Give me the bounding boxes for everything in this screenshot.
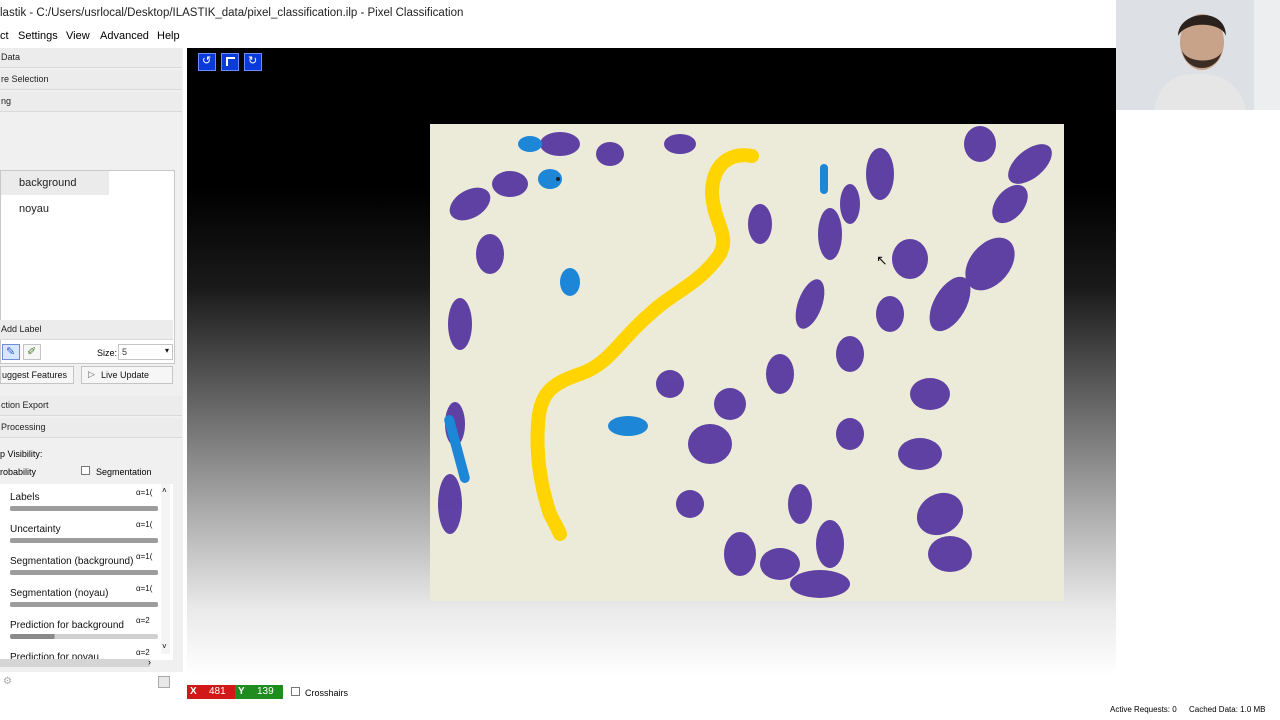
layer-segmentation-noyau[interactable]: Segmentation (noyau) α=1(: [0, 584, 170, 616]
add-label-button[interactable]: Add Label: [0, 320, 173, 340]
brush-tool-button[interactable]: ✎: [2, 344, 20, 360]
menu-settings[interactable]: Settings: [18, 30, 58, 42]
chevron-up-icon: ˄: [162, 486, 167, 495]
chevron-right-icon[interactable]: ›: [148, 657, 151, 667]
swap-axes-button[interactable]: [221, 53, 239, 71]
applet-training[interactable]: ng: [0, 92, 182, 112]
y-coordinate-badge: Y 139: [235, 685, 283, 699]
eraser-icon: ✐: [27, 346, 37, 358]
cached-data-status: Cached Data: 1.0 MB: [1189, 705, 1266, 714]
visibility-title: p Visibility:: [0, 449, 43, 459]
play-icon: ▷: [88, 369, 95, 379]
size-label: Size:: [97, 348, 118, 358]
layer-scrollbar[interactable]: ˄ ˅: [161, 484, 170, 654]
chevron-down-icon: ˅: [162, 642, 167, 651]
window-title: lastik - C:/Users/usrlocal/Desktop/ILAST…: [0, 7, 464, 19]
rotate-left-icon: ↺: [202, 55, 212, 67]
menu-project[interactable]: ct: [0, 30, 9, 42]
pencil-icon: ✎: [6, 346, 16, 358]
active-requests-status: Active Requests: 0: [1110, 705, 1177, 714]
label-item-noyau[interactable]: noyau: [1, 197, 109, 221]
eraser-tool-button[interactable]: ✐: [23, 344, 41, 360]
layer-labels[interactable]: Labels α=1(: [0, 488, 170, 520]
menu-view[interactable]: View: [66, 30, 90, 42]
layer-options-button[interactable]: [158, 676, 170, 688]
gear-icon[interactable]: ⚙: [3, 676, 12, 687]
cursor-icon: ↖: [876, 252, 888, 268]
applet-batch-processing[interactable]: Processing: [0, 418, 182, 438]
chevron-down-icon: ▾: [164, 346, 169, 355]
title-bar: lastik - C:/Users/usrlocal/Desktop/ILAST…: [0, 0, 1116, 26]
probability-label: robability: [0, 467, 37, 477]
histology-image[interactable]: [430, 124, 1064, 601]
segmentation-checkbox[interactable]: [81, 466, 90, 475]
rotate-right-button[interactable]: ↻: [244, 53, 262, 71]
webcam-overlay: [1116, 0, 1280, 110]
menu-advanced[interactable]: Advanced: [100, 30, 149, 42]
brush-size-select[interactable]: 5 ▾: [118, 344, 173, 360]
label-item-background[interactable]: background: [1, 171, 109, 195]
applet-feature-selection[interactable]: re Selection: [0, 70, 182, 90]
crosshairs-label: Crosshairs: [305, 688, 349, 698]
crosshairs-checkbox[interactable]: [291, 687, 300, 696]
layer-prediction-background[interactable]: Prediction for background α=2: [0, 616, 170, 648]
x-coordinate-badge: X 481: [187, 685, 235, 699]
rotate-left-button[interactable]: ↺: [198, 53, 216, 71]
live-update-button[interactable]: ▷ Live Update: [81, 366, 173, 384]
horizontal-scrollbar[interactable]: [0, 659, 150, 667]
left-panel: Data re Selection ng background noyau Ad…: [0, 48, 183, 672]
layer-uncertainty[interactable]: Uncertainty α=1(: [0, 520, 170, 552]
menu-help[interactable]: Help: [157, 30, 180, 42]
segmentation-label: Segmentation: [96, 467, 152, 477]
layer-stack: Labels α=1( Uncertainty α=1( Segmentation …: [0, 484, 173, 660]
layer-segmentation-background[interactable]: Segmentation (background) α=1(: [0, 552, 170, 584]
rotate-right-icon: ↻: [248, 55, 258, 67]
applet-input-data[interactable]: Data: [0, 48, 182, 68]
swap-axes-icon: [226, 57, 235, 66]
suggest-features-button[interactable]: uggest Features: [0, 366, 74, 384]
coordinate-readout: X 481 Y 139: [187, 685, 283, 699]
brush-size-value: 5: [122, 347, 128, 357]
applet-prediction-export[interactable]: ction Export: [0, 396, 182, 416]
